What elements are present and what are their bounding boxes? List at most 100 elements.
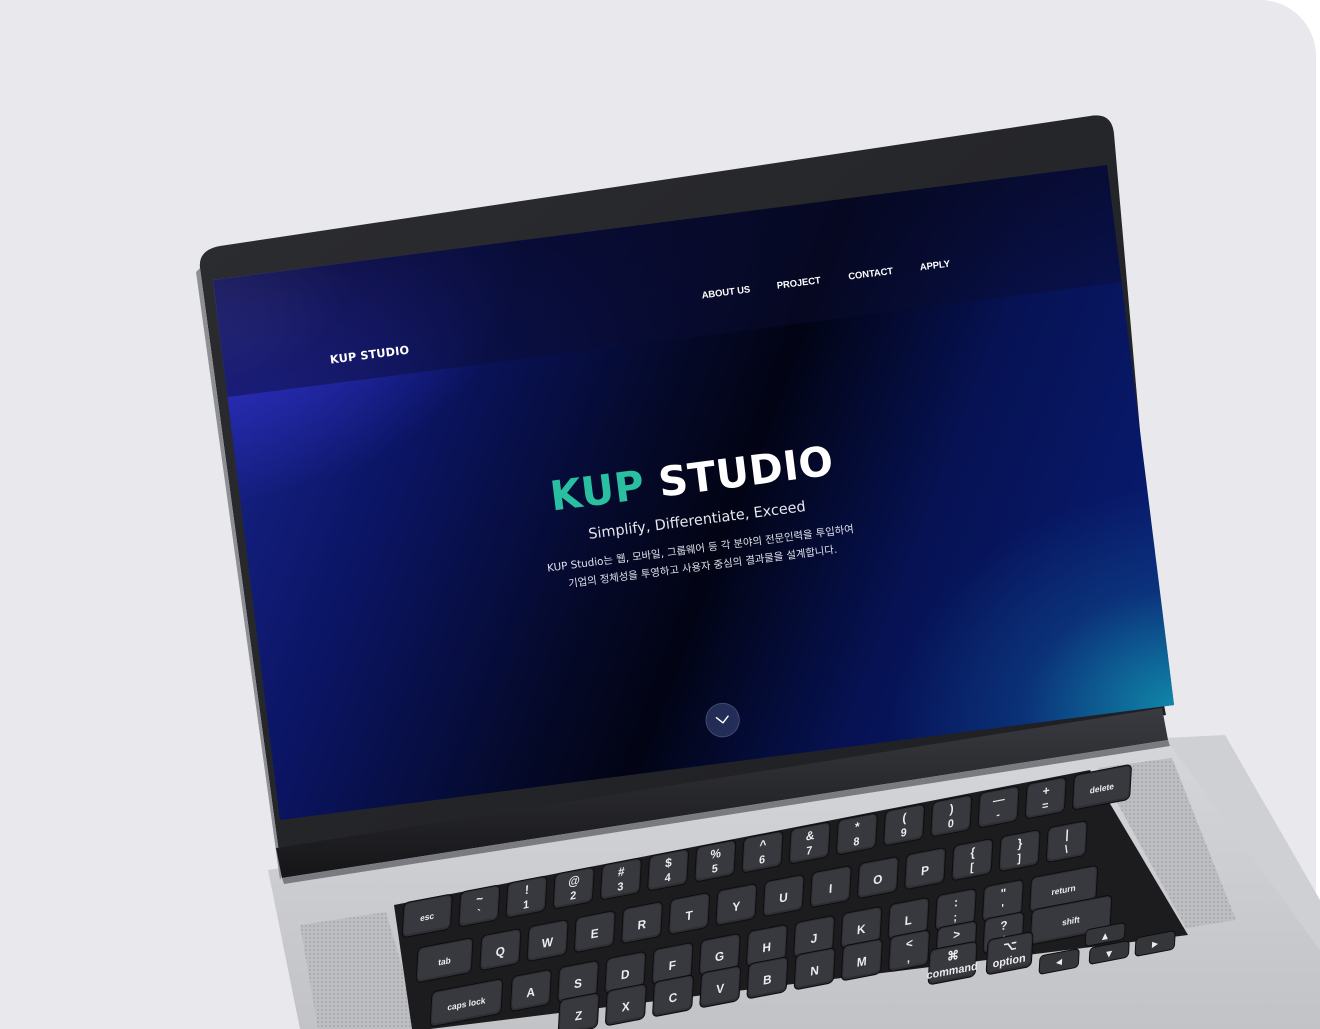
- key-b[interactable]: B: [746, 956, 789, 999]
- key-label: >: [953, 927, 961, 942]
- nav-contact[interactable]: CONTACT: [848, 262, 921, 283]
- key-n[interactable]: N: [793, 947, 836, 990]
- key-arrow-left[interactable]: ◀: [1038, 948, 1080, 975]
- key-arrow-right[interactable]: ▶: [1134, 930, 1176, 957]
- hero: KUP STUDIO Simplify, Differentiate, Exce…: [242, 401, 1151, 633]
- key-label: H: [762, 940, 771, 956]
- key-sublabel: 3: [617, 881, 624, 894]
- key-label: F: [668, 958, 676, 974]
- key-esc[interactable]: esc: [401, 894, 453, 938]
- key-sym-0-4[interactable]: #3: [600, 858, 642, 900]
- site-logo[interactable]: KUP STUDIO: [329, 343, 410, 367]
- key-label: ⌘: [947, 948, 960, 964]
- key-label: #: [618, 864, 626, 879]
- key-c[interactable]: C: [652, 974, 694, 1017]
- key-y[interactable]: Y: [715, 883, 758, 926]
- key-p[interactable]: P: [904, 847, 947, 890]
- key-delete[interactable]: delete: [1072, 764, 1132, 810]
- key-q[interactable]: Q: [479, 928, 522, 971]
- key-label: ~: [476, 891, 484, 906]
- key-label: U: [779, 890, 788, 906]
- key-label: !: [525, 882, 530, 897]
- key-label: %: [710, 846, 721, 862]
- chevron-down-icon: [715, 715, 729, 724]
- key-label: O: [873, 872, 883, 888]
- key-sublabel: 8: [853, 836, 860, 849]
- key-label: ": [1000, 886, 1006, 901]
- key-sym-0-2[interactable]: !1: [505, 876, 548, 918]
- key-label: W: [542, 934, 554, 950]
- key-m[interactable]: M: [841, 938, 883, 981]
- key-label: P: [921, 863, 930, 879]
- key-r[interactable]: R: [621, 901, 663, 944]
- key-sym-1-12[interactable]: }]: [998, 829, 1041, 872]
- nav-project[interactable]: PROJECT: [776, 272, 849, 291]
- site-nav: ABOUT US PROJECT CONTACT APPLY: [701, 253, 994, 301]
- key-label: <: [906, 936, 914, 951]
- nav-about-us[interactable]: ABOUT US: [701, 281, 777, 301]
- key-sublabel: 6: [759, 854, 766, 867]
- scroll-down-button[interactable]: [703, 700, 742, 740]
- key-sym-0-10[interactable]: (9: [883, 804, 925, 846]
- key-sublabel: =: [1042, 799, 1049, 812]
- key-sym-0-12[interactable]: —-: [977, 786, 1020, 828]
- key-sym-3-7[interactable]: <,: [888, 929, 930, 972]
- key-label: C: [668, 990, 677, 1006]
- key-label: $: [665, 855, 673, 870]
- key-w[interactable]: W: [526, 919, 569, 962]
- key-label: Y: [732, 899, 741, 915]
- key-label: M: [856, 954, 867, 970]
- key-sym-0-1[interactable]: ~`: [458, 885, 501, 927]
- key-sym-1-11[interactable]: {[: [951, 838, 994, 881]
- key-label: G: [715, 949, 725, 965]
- key-sym-0-3[interactable]: @2: [552, 867, 595, 909]
- key-sym-0-13[interactable]: +=: [1024, 777, 1067, 819]
- key-label: B: [763, 972, 772, 988]
- key-sym-0-5[interactable]: $4: [647, 849, 689, 891]
- key-sublabel: 2: [570, 890, 577, 903]
- screen-website: KUP STUDIO ABOUT US PROJECT CONTACT APPL…: [213, 165, 1175, 820]
- key-label: D: [621, 967, 630, 983]
- key-u[interactable]: U: [762, 874, 805, 917]
- key-label: +: [1042, 783, 1050, 798]
- key-sublabel: 9: [900, 827, 907, 840]
- key-label: Z: [575, 1008, 584, 1024]
- key-caps-lock[interactable]: caps lock: [429, 978, 504, 1027]
- hero-title-accent: KUP: [547, 460, 648, 521]
- key-sym-0-11[interactable]: )0: [930, 795, 973, 837]
- key-label: ⌥: [1003, 938, 1017, 955]
- key-tab[interactable]: tab: [415, 937, 474, 983]
- key-label: —: [993, 791, 1006, 808]
- key-label: L: [904, 913, 913, 929]
- key-sym-0-9[interactable]: *8: [836, 813, 878, 855]
- key-a[interactable]: A: [510, 969, 552, 1012]
- key-sym-0-8[interactable]: &7: [788, 822, 831, 864]
- key-label: @: [568, 873, 580, 889]
- key-label: E: [590, 926, 599, 942]
- key-label: ): [949, 801, 954, 816]
- key-label: J: [810, 931, 817, 946]
- key-sublabel: 7: [806, 845, 813, 858]
- key-label: N: [810, 963, 819, 979]
- key-o[interactable]: O: [857, 856, 899, 899]
- key-sublabel: 5: [711, 863, 718, 876]
- key-label: Q: [495, 944, 505, 960]
- key-sym-1-13[interactable]: |\: [1045, 820, 1088, 863]
- key-label: ?: [1000, 918, 1008, 934]
- key-x[interactable]: X: [605, 983, 647, 1026]
- nav-apply[interactable]: APPLY: [919, 253, 994, 273]
- key-command[interactable]: ⌘command: [926, 941, 979, 986]
- key-i[interactable]: I: [809, 865, 852, 908]
- key-e[interactable]: E: [573, 910, 616, 953]
- key-sym-0-6[interactable]: %5: [694, 840, 737, 882]
- key-v[interactable]: V: [699, 965, 742, 1008]
- key-sublabel: 0: [947, 818, 954, 831]
- key-label: ^: [759, 837, 767, 852]
- key-label: &: [805, 828, 814, 844]
- key-t[interactable]: T: [668, 892, 711, 935]
- key-label: :: [954, 895, 959, 910]
- key-sym-0-7[interactable]: ^6: [741, 831, 784, 873]
- key-label: S: [574, 976, 583, 992]
- key-label: A: [526, 985, 535, 1001]
- key-sublabel: 1: [523, 899, 530, 912]
